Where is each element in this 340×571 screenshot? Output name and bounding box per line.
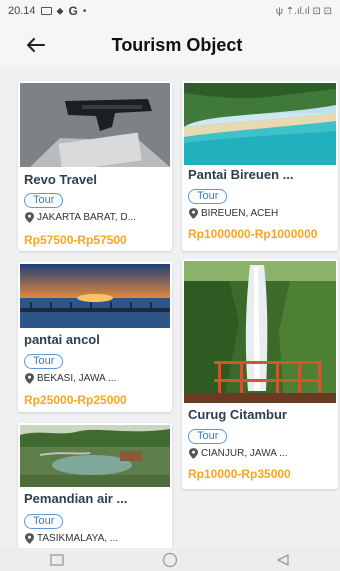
price-range: Rp10000-Rp35000: [188, 467, 291, 481]
tourism-card[interactable]: Pemandian air ... Tour TASIKMALAYA, ...: [18, 423, 172, 549]
tourism-card[interactable]: pantai ancol Tour BEKASI, JAWA ... Rp250…: [18, 262, 172, 412]
location-row: BIREUEN, ACEH: [189, 208, 278, 219]
category-chip[interactable]: Tour: [24, 514, 64, 529]
signal-battery-icons: ψ ⇡.ıl.ıl ⊡ ⊡: [275, 5, 332, 17]
price-range: Rp57500-Rp57500: [24, 233, 127, 247]
location-text: BEKASI, JAWA ...: [37, 373, 117, 384]
category-chip[interactable]: Tour: [24, 193, 64, 208]
circle-icon[interactable]: [155, 550, 185, 570]
square-icon[interactable]: [42, 550, 72, 570]
location-pin-icon: [25, 373, 34, 384]
google-icon: G: [68, 4, 78, 18]
card-image: [20, 425, 170, 487]
tourism-card[interactable]: Curug Citambur Tour CIANJUR, JAWA ... Rp…: [182, 259, 338, 489]
card-title: Pantai Bireuen ...: [188, 167, 294, 182]
status-dot: •: [82, 5, 87, 17]
card-title: Pemandian air ...: [24, 491, 128, 506]
card-title: Revo Travel: [24, 172, 97, 187]
message-icon: [40, 7, 52, 15]
triangle-back-icon[interactable]: [268, 550, 298, 570]
price-range: Rp1000000-Rp1000000: [188, 227, 318, 241]
location-text: CIANJUR, JAWA ...: [201, 448, 288, 459]
location-pin-icon: [189, 208, 198, 219]
location-pin-icon: [189, 448, 198, 459]
category-chip[interactable]: Tour: [24, 354, 64, 369]
location-text: BIREUEN, ACEH: [201, 208, 279, 219]
status-time: 20.14: [8, 5, 36, 17]
page-title: Tourism Object: [111, 35, 243, 55]
card-image: [20, 83, 170, 167]
location-text: JAKARTA BARAT, D...: [37, 212, 136, 223]
category-chip[interactable]: Tour: [188, 189, 228, 204]
notification-icon: ⬥: [56, 5, 64, 17]
card-title: pantai ancol: [24, 332, 100, 347]
price-range: Rp25000-Rp25000: [24, 393, 127, 407]
location-pin-icon: [25, 533, 34, 544]
location-pin-icon: [25, 212, 34, 223]
location-row: TASIKMALAYA, ...: [25, 533, 118, 544]
card-image: [184, 261, 336, 403]
tourism-card[interactable]: Revo Travel Tour JAKARTA BARAT, D... Rp5…: [18, 81, 172, 251]
status-indicators: ψ ⇡.ıl.ıl ⊡ ⊡: [276, 6, 332, 17]
app-bar: Tourism Object: [0, 22, 340, 68]
card-title: Curug Citambur: [188, 407, 287, 422]
category-chip[interactable]: Tour: [188, 429, 228, 444]
card-image: [184, 83, 336, 165]
card-image: [20, 264, 170, 328]
system-nav-bar: [0, 548, 340, 571]
status-bar: 20.14 ⬥ G • ψ ⇡.ıl.ıl ⊡ ⊡: [0, 0, 340, 22]
location-row: JAKARTA BARAT, D...: [25, 212, 136, 223]
location-row: BEKASI, JAWA ...: [25, 373, 116, 384]
location-text: TASIKMALAYA, ...: [37, 533, 119, 544]
location-row: CIANJUR, JAWA ...: [189, 448, 288, 459]
tourism-card[interactable]: Pantai Bireuen ... Tour BIREUEN, ACEH Rp…: [182, 81, 338, 251]
